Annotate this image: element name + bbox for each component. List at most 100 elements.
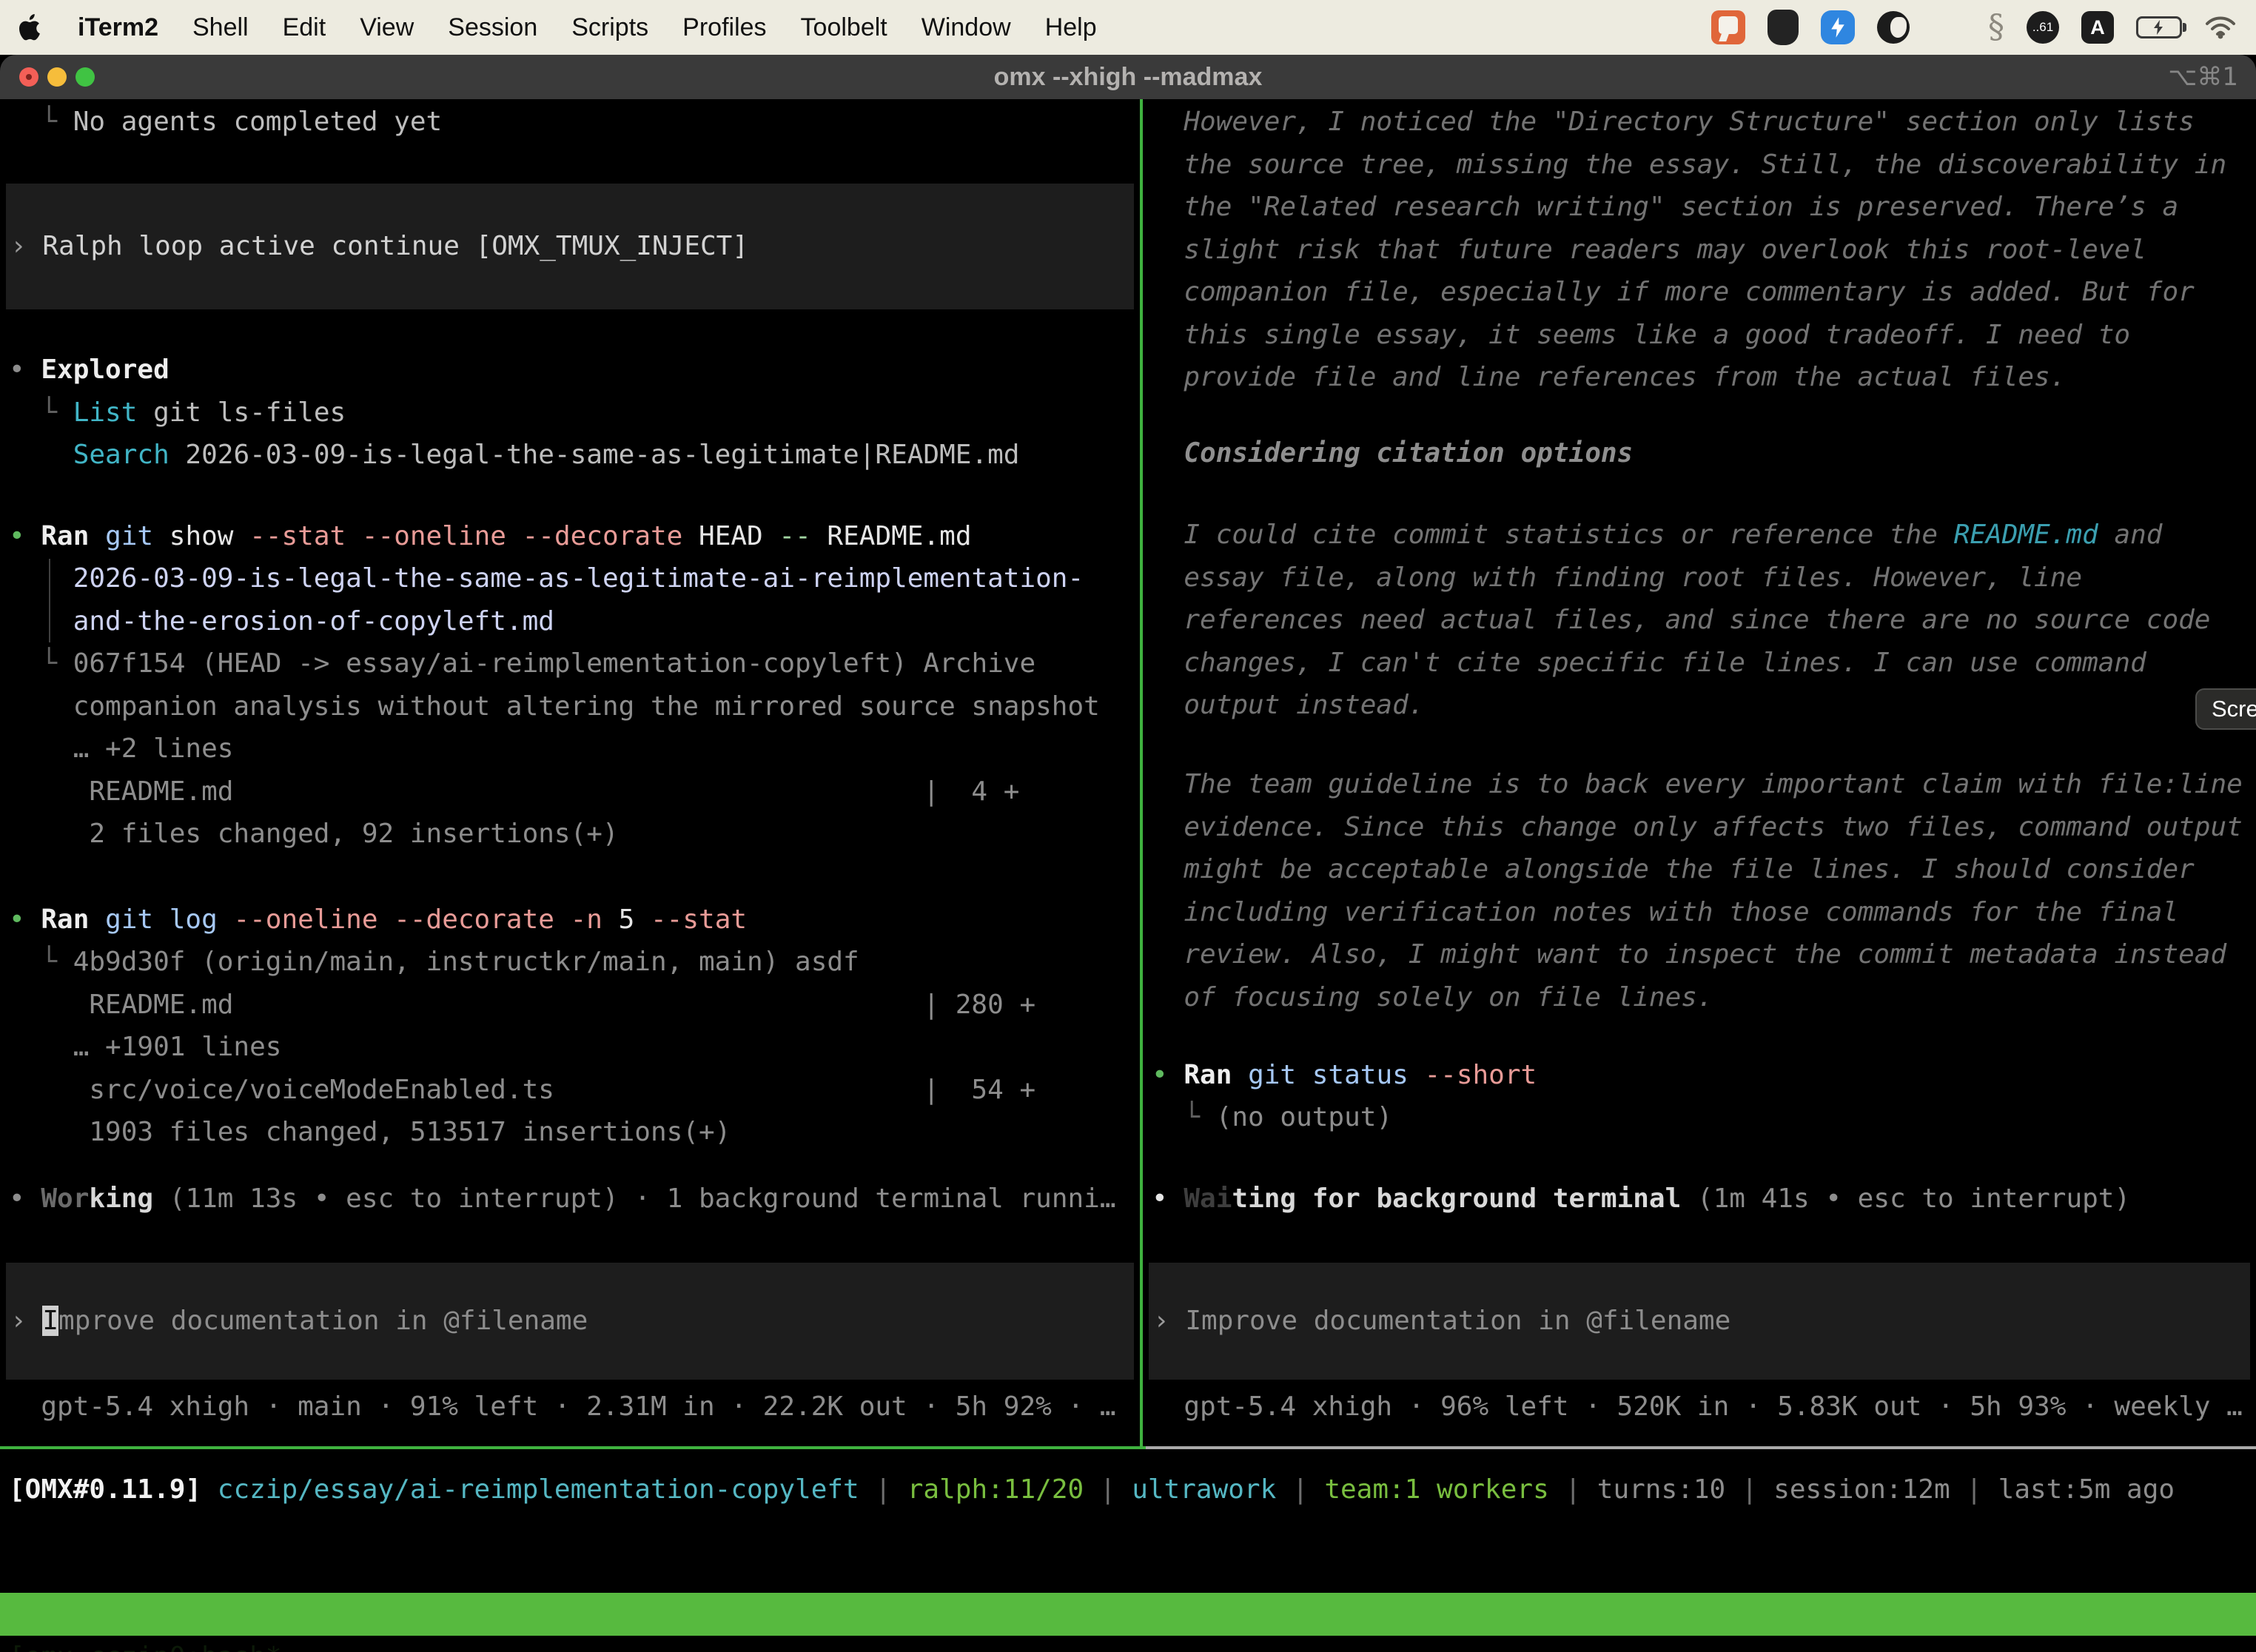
- text-segment: --: [779, 521, 827, 551]
- terminal-line: references need actual files, and since …: [1152, 599, 2256, 642]
- menu-item-help[interactable]: Help: [1028, 13, 1114, 42]
- text-segment: |: [1950, 1474, 1998, 1505]
- menu-item-edit[interactable]: Edit: [266, 13, 343, 42]
- wifi-icon[interactable]: [2204, 15, 2237, 40]
- text-segment: 1903 files changed, 513517 insertions(+): [9, 1117, 731, 1147]
- text-segment: companion file, especially if more comme…: [1152, 277, 2195, 307]
- terminal-line: slight risk that future readers may over…: [1152, 229, 2256, 272]
- terminal-line: gpt-5.4 xhigh · 96% left · 520K in · 5.8…: [1152, 1386, 2256, 1428]
- window-controls: [19, 67, 95, 87]
- text-segment: ting for background terminal: [1232, 1183, 1681, 1214]
- text-segment: git: [105, 521, 169, 551]
- text-segment: … +2 lines: [9, 733, 233, 764]
- text-segment: last:5m ago: [1998, 1474, 2175, 1505]
- text-segment: --stat: [651, 904, 747, 935]
- terminal-line: However, I noticed the "Directory Struct…: [1152, 101, 2256, 144]
- text-segment: ›: [10, 231, 42, 261]
- text-segment: --stat --oneline --decorate: [249, 521, 699, 551]
- text-segment: (no output): [1216, 1102, 1392, 1132]
- text-segment: --oneline --decorate: [233, 904, 570, 935]
- menu-item-scripts[interactable]: Scripts: [554, 13, 665, 42]
- dark-moon-icon[interactable]: [1877, 11, 1910, 44]
- shield-grid-icon[interactable]: [1767, 10, 1799, 45]
- text-segment: 2 files changed, 92 insertions(+): [9, 819, 619, 849]
- a-square-icon[interactable]: A: [2081, 11, 2114, 44]
- text-segment: └: [9, 397, 73, 428]
- prompt-input-right[interactable]: › Improve documentation in @filename: [1149, 1263, 2250, 1380]
- text-segment: No agents completed yet: [73, 107, 443, 137]
- text-segment: 2026-03-09-is-legal-the-same-as-legitima…: [73, 563, 1084, 594]
- text-segment: 2026-03-09-is-legal-the-same-as-legitima…: [169, 440, 1020, 470]
- text-segment: [9, 606, 73, 637]
- active-pane-border: [0, 1446, 1146, 1449]
- terminal-line: • Explored: [9, 349, 1140, 392]
- text-segment: ›: [1153, 1306, 1185, 1336]
- tmux-pane-left[interactable]: └ No agents completed yet• Explored └ Li…: [0, 99, 1140, 1449]
- terminal-line: this single essay, it seems like a good …: [1152, 314, 2256, 357]
- inject-banner-box[interactable]: › Ralph loop active continue [OMX_TMUX_I…: [6, 184, 1134, 309]
- text-segment: ultrawork: [1132, 1474, 1276, 1505]
- terminal-line: 2026-03-09-is-legal-the-same-as-legitima…: [9, 557, 1140, 600]
- text-segment: --short: [1424, 1060, 1537, 1090]
- text-segment: 4b9d30f (origin/main, instructkr/main, m…: [73, 947, 859, 977]
- terminal-line: • Waiting for background terminal (1m 41…: [1152, 1178, 2256, 1220]
- menu-item-toolbelt[interactable]: Toolbelt: [784, 13, 904, 42]
- menu-bar: iTerm2 Shell Edit View Session Scripts P…: [0, 0, 2256, 55]
- terminal-line: Search 2026-03-09-is-legal-the-same-as-l…: [9, 434, 1140, 477]
- text-segment: git status: [1248, 1060, 1424, 1090]
- text-segment: └: [9, 107, 73, 137]
- text-segment: the "Related research writing" section i…: [1152, 192, 2178, 222]
- text-segment: session:12m: [1773, 1474, 1950, 1505]
- text-segment: this single essay, it seems like a good …: [1152, 320, 2130, 350]
- text-segment: and: [2098, 520, 2163, 550]
- battery-icon[interactable]: [2136, 16, 2182, 38]
- terminal-line: Considering citation options: [1152, 432, 2256, 475]
- text-segment: team:1 workers: [1324, 1474, 1548, 1505]
- text-segment: Ran: [1184, 1060, 1248, 1090]
- text-segment: 067f154 (HEAD -> essay/ai-reimplementati…: [73, 648, 1035, 679]
- blue-badge-icon[interactable]: [1821, 10, 1855, 44]
- terminal-line: └ 067f154 (HEAD -> essay/ai-reimplementa…: [9, 642, 1140, 685]
- terminal-line: src/voice/voiceModeEnabled.ts | 54 +: [9, 1069, 1140, 1112]
- text-segment: cczip/essay/ai-reimplementation-copyleft: [218, 1474, 859, 1505]
- text-segment: slight risk that future readers may over…: [1152, 235, 2146, 265]
- menu-item-session[interactable]: Session: [431, 13, 554, 42]
- terminal-line: companion file, especially if more comme…: [1152, 271, 2256, 314]
- text-segment: •: [1152, 1183, 1184, 1214]
- close-button[interactable]: [19, 67, 38, 87]
- menu-item-iterm2[interactable]: iTerm2: [61, 13, 175, 42]
- menu-item-view[interactable]: View: [343, 13, 431, 42]
- menu-item-shell[interactable]: Shell: [175, 13, 266, 42]
- minimize-button[interactable]: [47, 67, 67, 87]
- terminal-line: 2 files changed, 92 insertions(+): [9, 813, 1140, 856]
- chat-bubble-icon[interactable]: [1711, 10, 1745, 44]
- terminal-line: evidence. Since this change only affects…: [1152, 806, 2256, 849]
- text-segment: companion analysis without altering the …: [9, 691, 1100, 722]
- terminal-line: README.md | 4 +: [9, 770, 1140, 813]
- text-segment: turns:10: [1597, 1474, 1725, 1505]
- text-segment: review. Also, I might want to inspect th…: [1152, 939, 2226, 970]
- text-segment: git ls-files: [137, 397, 346, 428]
- terminal-line: • Ran git log --oneline --decorate -n 5 …: [9, 899, 1140, 941]
- menu-item-profiles[interactable]: Profiles: [665, 13, 783, 42]
- title-bar[interactable]: omx --xhigh --madmax ⌥⌘1: [0, 55, 2256, 99]
- terminal-line: I could cite commit statistics or refere…: [1152, 514, 2256, 557]
- squiggle-icon[interactable]: §: [1988, 11, 2004, 44]
- text-segment: Ran: [41, 521, 105, 551]
- text-segment: src/voice/voiceModeEnabled.ts | 54 +: [9, 1075, 1035, 1105]
- menu-item-window[interactable]: Window: [904, 13, 1028, 42]
- dots-grid-icon[interactable]: [1932, 10, 1966, 44]
- inactive-pane-border: [1146, 1446, 2256, 1449]
- tmux-pane-right[interactable]: However, I noticed the "Directory Struct…: [1143, 99, 2256, 1449]
- text-segment: the source tree, missing the essay. Stil…: [1152, 150, 2226, 180]
- circle-61-badge[interactable]: ..61: [2027, 11, 2059, 44]
- prompt-input-left[interactable]: › Improve documentation in @filename: [6, 1263, 1134, 1380]
- screen-overlay-chip[interactable]: Scre: [2195, 688, 2256, 730]
- terminal-line: essay file, along with finding root file…: [1152, 557, 2256, 600]
- zoom-button[interactable]: [75, 67, 95, 87]
- tmux-status-bar: [omx-cczip0:bash* "MacBook-Pro-44.local"…: [0, 1593, 2256, 1636]
- terminal-line: the "Related research writing" section i…: [1152, 186, 2256, 229]
- tmux-session-label: [omx-cczip0:bash*: [9, 1636, 281, 1652]
- omx-status-line: [OMX#0.11.9] cczip/essay/ai-reimplementa…: [9, 1468, 2175, 1511]
- apple-menu-icon[interactable]: [19, 13, 44, 42]
